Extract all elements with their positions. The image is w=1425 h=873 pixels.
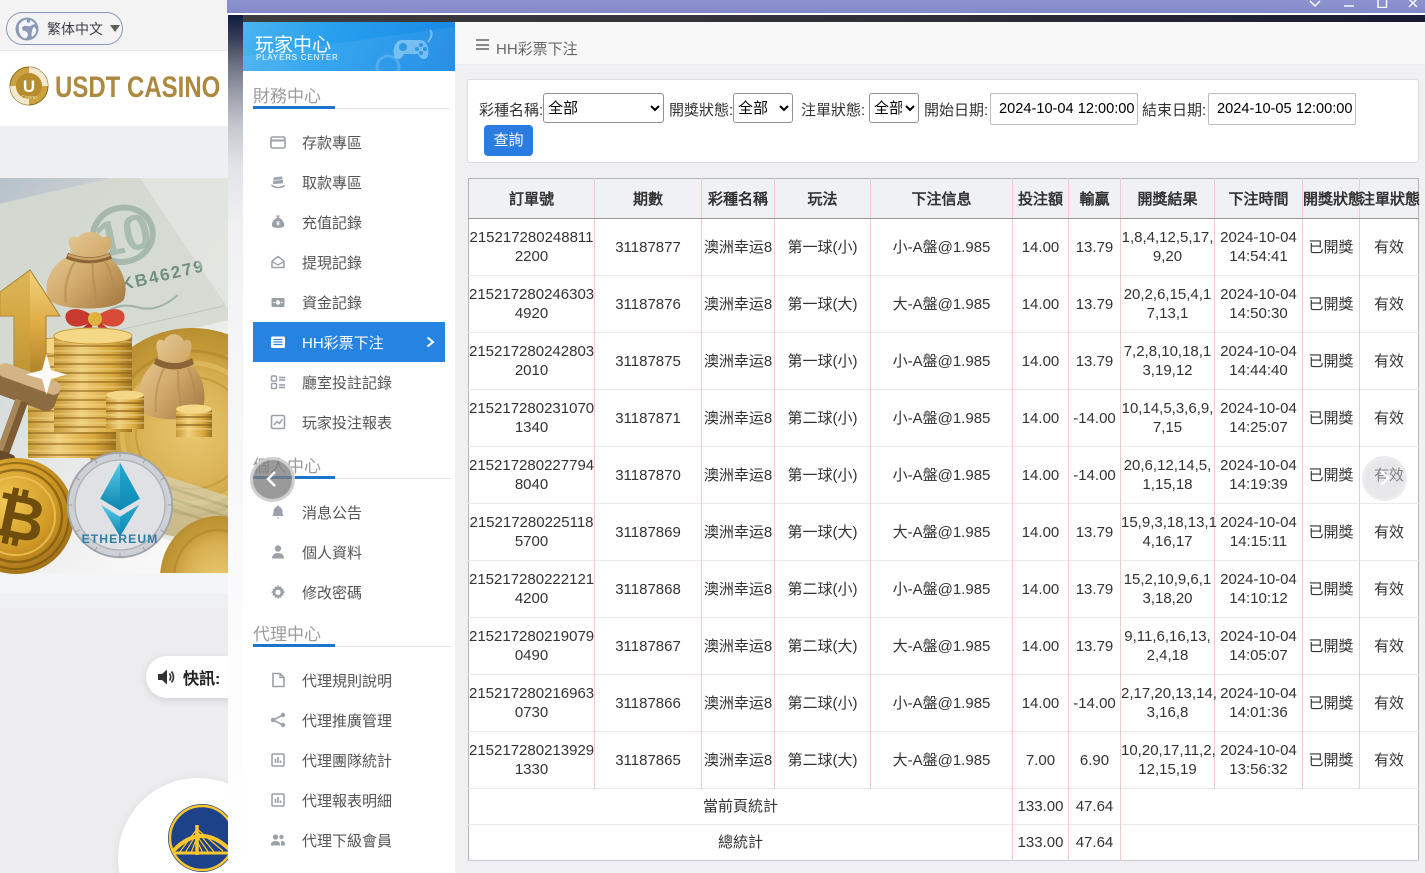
svg-text:¥: ¥ [276, 221, 280, 228]
svg-text:Casino: Casino [21, 95, 37, 101]
svg-text:U: U [23, 77, 35, 96]
svg-text:ETHEREUM: ETHEREUM [82, 532, 159, 546]
